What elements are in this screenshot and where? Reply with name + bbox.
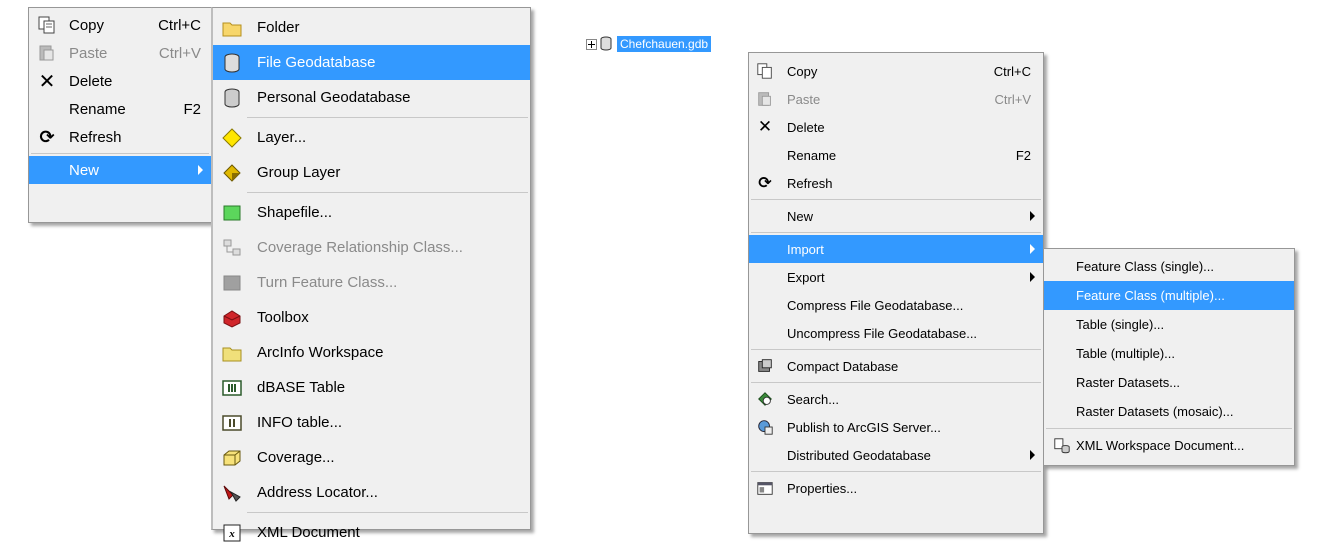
menu-separator bbox=[751, 232, 1041, 233]
menu-item-new-xml-document[interactable]: x XML Document bbox=[213, 515, 530, 550]
menu-item-new-address-locator[interactable]: Address Locator... bbox=[213, 475, 530, 510]
table-icon bbox=[221, 377, 243, 399]
menu-item-import-table-multiple[interactable]: Table (multiple)... bbox=[1044, 339, 1294, 368]
menu-item-new-folder[interactable]: Folder bbox=[213, 10, 530, 45]
menu-item-import-raster-mosaic[interactable]: Raster Datasets (mosaic)... bbox=[1044, 397, 1294, 426]
menu-item-new[interactable]: New bbox=[29, 156, 211, 184]
menu-item-new-turn-feature-class[interactable]: Turn Feature Class... bbox=[213, 265, 530, 300]
menu-item-new[interactable]: New bbox=[749, 202, 1043, 230]
menu-item-paste[interactable]: Paste Ctrl+V bbox=[749, 85, 1043, 113]
refresh-icon: ⟳ bbox=[39, 126, 55, 147]
menu-item-new-file-geodatabase[interactable]: File Geodatabase bbox=[213, 45, 530, 80]
menu-separator bbox=[1046, 428, 1292, 429]
menu-item-new-toolbox[interactable]: Toolbox bbox=[213, 300, 530, 335]
menu-item-paste[interactable]: Paste Ctrl+V bbox=[29, 39, 211, 67]
submenu-arrow-icon bbox=[1030, 272, 1035, 282]
info-table-icon bbox=[221, 412, 243, 434]
menu-item-copy[interactable]: Copy Ctrl+C bbox=[29, 11, 211, 39]
expand-plus-icon[interactable] bbox=[586, 38, 597, 50]
xml-workspace-icon bbox=[1052, 436, 1072, 456]
menu-item-search[interactable]: Search... bbox=[749, 385, 1043, 413]
catalog-tree-node[interactable]: Chefchauen.gdb bbox=[586, 33, 712, 55]
menu-item-uncompress[interactable]: Uncompress File Geodatabase... bbox=[749, 319, 1043, 347]
menu-item-delete[interactable]: ✕ Delete bbox=[29, 67, 211, 95]
menu-item-import-raster-datasets[interactable]: Raster Datasets... bbox=[1044, 368, 1294, 397]
menu-item-compress[interactable]: Compress File Geodatabase... bbox=[749, 291, 1043, 319]
layer-diamond-icon bbox=[221, 127, 243, 149]
turn-feature-class-icon bbox=[221, 272, 243, 294]
menu-item-delete[interactable]: ✕ Delete bbox=[749, 113, 1043, 141]
folder-icon bbox=[221, 17, 243, 39]
menu-item-new-shapefile[interactable]: Shapefile... bbox=[213, 195, 530, 230]
menu-item-import-xml-workspace[interactable]: XML Workspace Document... bbox=[1044, 431, 1294, 460]
menu-item-import[interactable]: Import bbox=[749, 235, 1043, 263]
context-menu-geodatabase: Copy Ctrl+C Paste Ctrl+V ✕ Delete Rename… bbox=[748, 52, 1044, 534]
copy-icon bbox=[37, 15, 57, 35]
menu-separator bbox=[247, 117, 528, 118]
relationship-class-icon bbox=[221, 237, 243, 259]
submenu-arrow-icon bbox=[1030, 450, 1035, 460]
menu-item-compact-database[interactable]: Compact Database bbox=[749, 352, 1043, 380]
menu-item-new-coverage-relationship-class[interactable]: Coverage Relationship Class... bbox=[213, 230, 530, 265]
refresh-icon: ⟳ bbox=[758, 175, 772, 192]
paste-icon bbox=[755, 89, 775, 109]
menu-item-new-layer[interactable]: Layer... bbox=[213, 120, 530, 155]
menu-item-distributed[interactable]: Distributed Geodatabase bbox=[749, 441, 1043, 469]
properties-icon bbox=[755, 478, 775, 498]
submenu-arrow-icon bbox=[1030, 244, 1035, 254]
menu-item-refresh[interactable]: ⟳ Refresh bbox=[749, 169, 1043, 197]
search-icon bbox=[755, 389, 775, 409]
menu-separator bbox=[751, 471, 1041, 472]
menu-separator bbox=[751, 199, 1041, 200]
menu-item-new-group-layer[interactable]: Group Layer bbox=[213, 155, 530, 190]
menu-item-copy[interactable]: Copy Ctrl+C bbox=[749, 57, 1043, 85]
workspace-folder-icon bbox=[221, 342, 243, 364]
menu-separator bbox=[247, 192, 528, 193]
menu-item-rename[interactable]: Rename F2 bbox=[749, 141, 1043, 169]
geodatabase-icon bbox=[221, 52, 243, 74]
menu-separator bbox=[751, 349, 1041, 350]
context-menu-folder: Copy Ctrl+C Paste Ctrl+V ✕ Delete Rename… bbox=[28, 7, 212, 223]
menu-item-publish[interactable]: Publish to ArcGIS Server... bbox=[749, 413, 1043, 441]
address-locator-icon bbox=[221, 482, 243, 504]
publish-server-icon bbox=[755, 417, 775, 437]
menu-item-import-table-single[interactable]: Table (single)... bbox=[1044, 310, 1294, 339]
xml-document-icon: x bbox=[221, 522, 243, 544]
submenu-new: Folder File Geodatabase Personal Geodata… bbox=[211, 7, 531, 541]
menu-item-new-info-table[interactable]: INFO table... bbox=[213, 405, 530, 440]
shapefile-icon bbox=[221, 202, 243, 224]
menu-item-new-coverage[interactable]: Coverage... bbox=[213, 440, 530, 475]
menu-item-import-fc-single[interactable]: Feature Class (single)... bbox=[1044, 252, 1294, 281]
menu-separator bbox=[751, 382, 1041, 383]
menu-separator bbox=[31, 153, 209, 154]
toolbox-icon bbox=[221, 307, 243, 329]
menu-item-new-arcinfo-workspace[interactable]: ArcInfo Workspace bbox=[213, 335, 530, 370]
menu-item-new-personal-geodatabase[interactable]: Personal Geodatabase bbox=[213, 80, 530, 115]
menu-item-export[interactable]: Export bbox=[749, 263, 1043, 291]
group-layer-icon bbox=[221, 162, 243, 184]
delete-x-icon: ✕ bbox=[38, 70, 56, 93]
menu-item-new-dbase-table[interactable]: dBASE Table bbox=[213, 370, 530, 405]
compact-database-icon bbox=[755, 356, 775, 376]
delete-x-icon: ✕ bbox=[757, 117, 773, 136]
svg-text:x: x bbox=[228, 528, 235, 540]
tree-node-label[interactable]: Chefchauen.gdb bbox=[617, 36, 712, 52]
menu-item-import-fc-multiple[interactable]: Feature Class (multiple)... bbox=[1044, 281, 1294, 310]
personal-geodatabase-icon bbox=[221, 87, 243, 109]
coverage-icon bbox=[221, 447, 243, 469]
submenu-import: Feature Class (single)... Feature Class … bbox=[1043, 248, 1295, 466]
paste-icon bbox=[37, 43, 57, 63]
submenu-arrow-icon bbox=[198, 165, 203, 175]
submenu-arrow-icon bbox=[1030, 211, 1035, 221]
menu-item-properties[interactable]: Properties... bbox=[749, 474, 1043, 502]
menu-separator bbox=[247, 512, 528, 513]
menu-item-refresh[interactable]: ⟳ Refresh bbox=[29, 123, 211, 151]
copy-icon bbox=[755, 61, 775, 81]
geodatabase-icon bbox=[599, 36, 613, 52]
menu-item-rename[interactable]: Rename F2 bbox=[29, 95, 211, 123]
